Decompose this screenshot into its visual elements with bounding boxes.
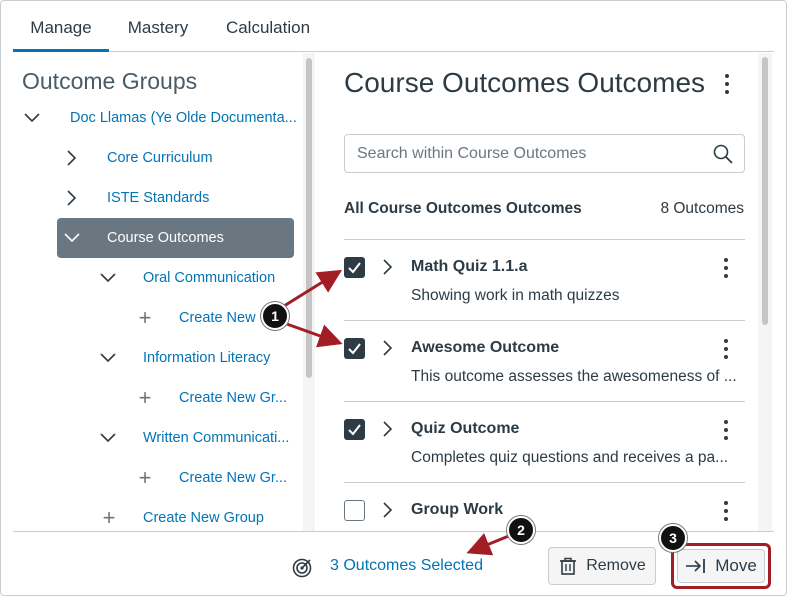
- outcomes-manage-window: Manage Mastery Calculation Outcome Group…: [0, 0, 787, 596]
- tree-item-iste-standards[interactable]: ISTE Standards: [61, 178, 291, 218]
- chevron-right-icon[interactable]: [61, 147, 83, 169]
- outcome-name: Group Work: [411, 501, 504, 518]
- tree-item-core-curriculum[interactable]: Core Curriculum: [61, 138, 291, 178]
- divider: [344, 239, 745, 240]
- divider: [344, 482, 745, 483]
- tree-item-label[interactable]: Create New Gr...: [179, 470, 287, 486]
- tree-item-label[interactable]: Core Curriculum: [107, 150, 213, 166]
- outcome-description: Completes quiz questions and receives a …: [411, 449, 729, 466]
- scrollbar-thumb[interactable]: [306, 58, 312, 378]
- outcome-menu-kebab-icon[interactable]: [716, 417, 736, 443]
- plus-icon[interactable]: +: [134, 387, 156, 409]
- callout-badge: 2: [507, 516, 535, 544]
- tree-item-written-communication[interactable]: Written Communicati...: [97, 418, 291, 458]
- outcome-menu-kebab-icon[interactable]: [716, 498, 736, 524]
- tree-item-course-outcomes[interactable]: Course Outcomes: [57, 218, 294, 258]
- chevron-down-icon[interactable]: [61, 227, 83, 249]
- outcome-description: Showing work in math quizzes: [411, 287, 620, 304]
- chevron-right-icon[interactable]: [378, 338, 398, 358]
- tab-calculation[interactable]: Calculation: [213, 1, 323, 52]
- tree-item-label[interactable]: Course Outcomes: [107, 230, 224, 246]
- chevron-right-icon[interactable]: [61, 187, 83, 209]
- outcome-checkbox[interactable]: [344, 500, 365, 521]
- outcome-menu-kebab-icon[interactable]: [716, 255, 736, 281]
- chevron-right-icon[interactable]: [378, 419, 398, 439]
- outcomes-selected-link[interactable]: 3 Outcomes Selected: [330, 557, 483, 575]
- outcome-row: Quiz Outcome Completes quiz questions an…: [344, 403, 745, 483]
- tree-item-label[interactable]: Information Literacy: [143, 350, 270, 366]
- chevron-down-icon[interactable]: [21, 107, 43, 129]
- remove-button-label[interactable]: Remove: [586, 557, 646, 575]
- tree-item-label[interactable]: Oral Communication: [143, 270, 275, 286]
- page-title: Course Outcomes Outcomes: [344, 67, 706, 98]
- outcome-description: This outcome assesses the awesomeness of…: [411, 368, 736, 385]
- tab-mastery[interactable]: Mastery: [117, 1, 199, 52]
- tree-item-label[interactable]: Create New G: [179, 310, 271, 326]
- tree-item-label[interactable]: Create New Group: [143, 510, 264, 526]
- outcome-checkbox[interactable]: [344, 338, 365, 359]
- plus-icon[interactable]: +: [134, 307, 156, 329]
- remove-button[interactable]: Remove: [548, 547, 656, 585]
- list-heading: All Course Outcomes Outcomes: [344, 200, 582, 217]
- search-input[interactable]: [357, 143, 697, 165]
- outcome-name: Quiz Outcome: [411, 420, 520, 437]
- divider: [344, 401, 745, 402]
- tab-manage[interactable]: Manage: [13, 1, 109, 52]
- group-menu-kebab-icon[interactable]: [717, 71, 737, 97]
- tree-item-information-literacy[interactable]: Information Literacy: [97, 338, 291, 378]
- tree-item-label[interactable]: Written Communicati...: [143, 430, 289, 446]
- outcome-row: Group Work: [344, 484, 745, 531]
- outcome-groups-heading: Outcome Groups: [22, 68, 198, 94]
- outcome-row: Awesome Outcome This outcome assesses th…: [344, 322, 745, 402]
- trash-icon: [560, 557, 577, 575]
- tree-item-create-new-group[interactable]: + Create New Gr...: [134, 458, 291, 498]
- scrollbar-thumb[interactable]: [762, 57, 768, 325]
- move-arrow-icon: [686, 559, 706, 573]
- tree-item-create-new-group[interactable]: + Create New Gr...: [134, 378, 291, 418]
- tree-item-label[interactable]: Create New Gr...: [179, 390, 287, 406]
- plus-icon[interactable]: +: [134, 467, 156, 489]
- chevron-down-icon[interactable]: [97, 427, 119, 449]
- outcome-row: Math Quiz 1.1.a Showing work in math qui…: [344, 241, 745, 321]
- chevron-down-icon[interactable]: [97, 347, 119, 369]
- plus-icon[interactable]: +: [98, 507, 120, 529]
- outcome-name: Awesome Outcome: [411, 339, 560, 356]
- move-button[interactable]: Move: [677, 549, 765, 583]
- outcome-menu-kebab-icon[interactable]: [716, 336, 736, 362]
- outcomes-target-icon: [292, 558, 312, 578]
- chevron-right-icon[interactable]: [378, 257, 398, 277]
- tree-item-label[interactable]: Doc Llamas (Ye Olde Documenta...: [70, 110, 297, 126]
- outcome-name: Math Quiz 1.1.a: [411, 258, 528, 275]
- chevron-down-icon[interactable]: [97, 267, 119, 289]
- tree-item-oral-communication[interactable]: Oral Communication: [97, 258, 291, 298]
- right-scrollbar[interactable]: [758, 53, 772, 531]
- outcome-checkbox[interactable]: [344, 257, 365, 278]
- move-button-label[interactable]: Move: [715, 556, 757, 576]
- outcome-checkbox[interactable]: [344, 419, 365, 440]
- tree-item-label[interactable]: ISTE Standards: [107, 190, 209, 206]
- chevron-right-icon[interactable]: [378, 500, 398, 520]
- left-scrollbar[interactable]: [303, 53, 315, 531]
- search-field[interactable]: [344, 134, 745, 173]
- divider: [344, 320, 745, 321]
- search-icon[interactable]: [712, 143, 734, 165]
- callout-badge: 3: [659, 524, 687, 552]
- outcome-count: 8 Outcomes: [660, 200, 744, 217]
- tab-bar: Manage Mastery Calculation: [13, 1, 774, 52]
- callout-badge: 1: [261, 302, 289, 330]
- tree-item-doc-llamas[interactable]: Doc Llamas (Ye Olde Documenta...: [21, 98, 297, 138]
